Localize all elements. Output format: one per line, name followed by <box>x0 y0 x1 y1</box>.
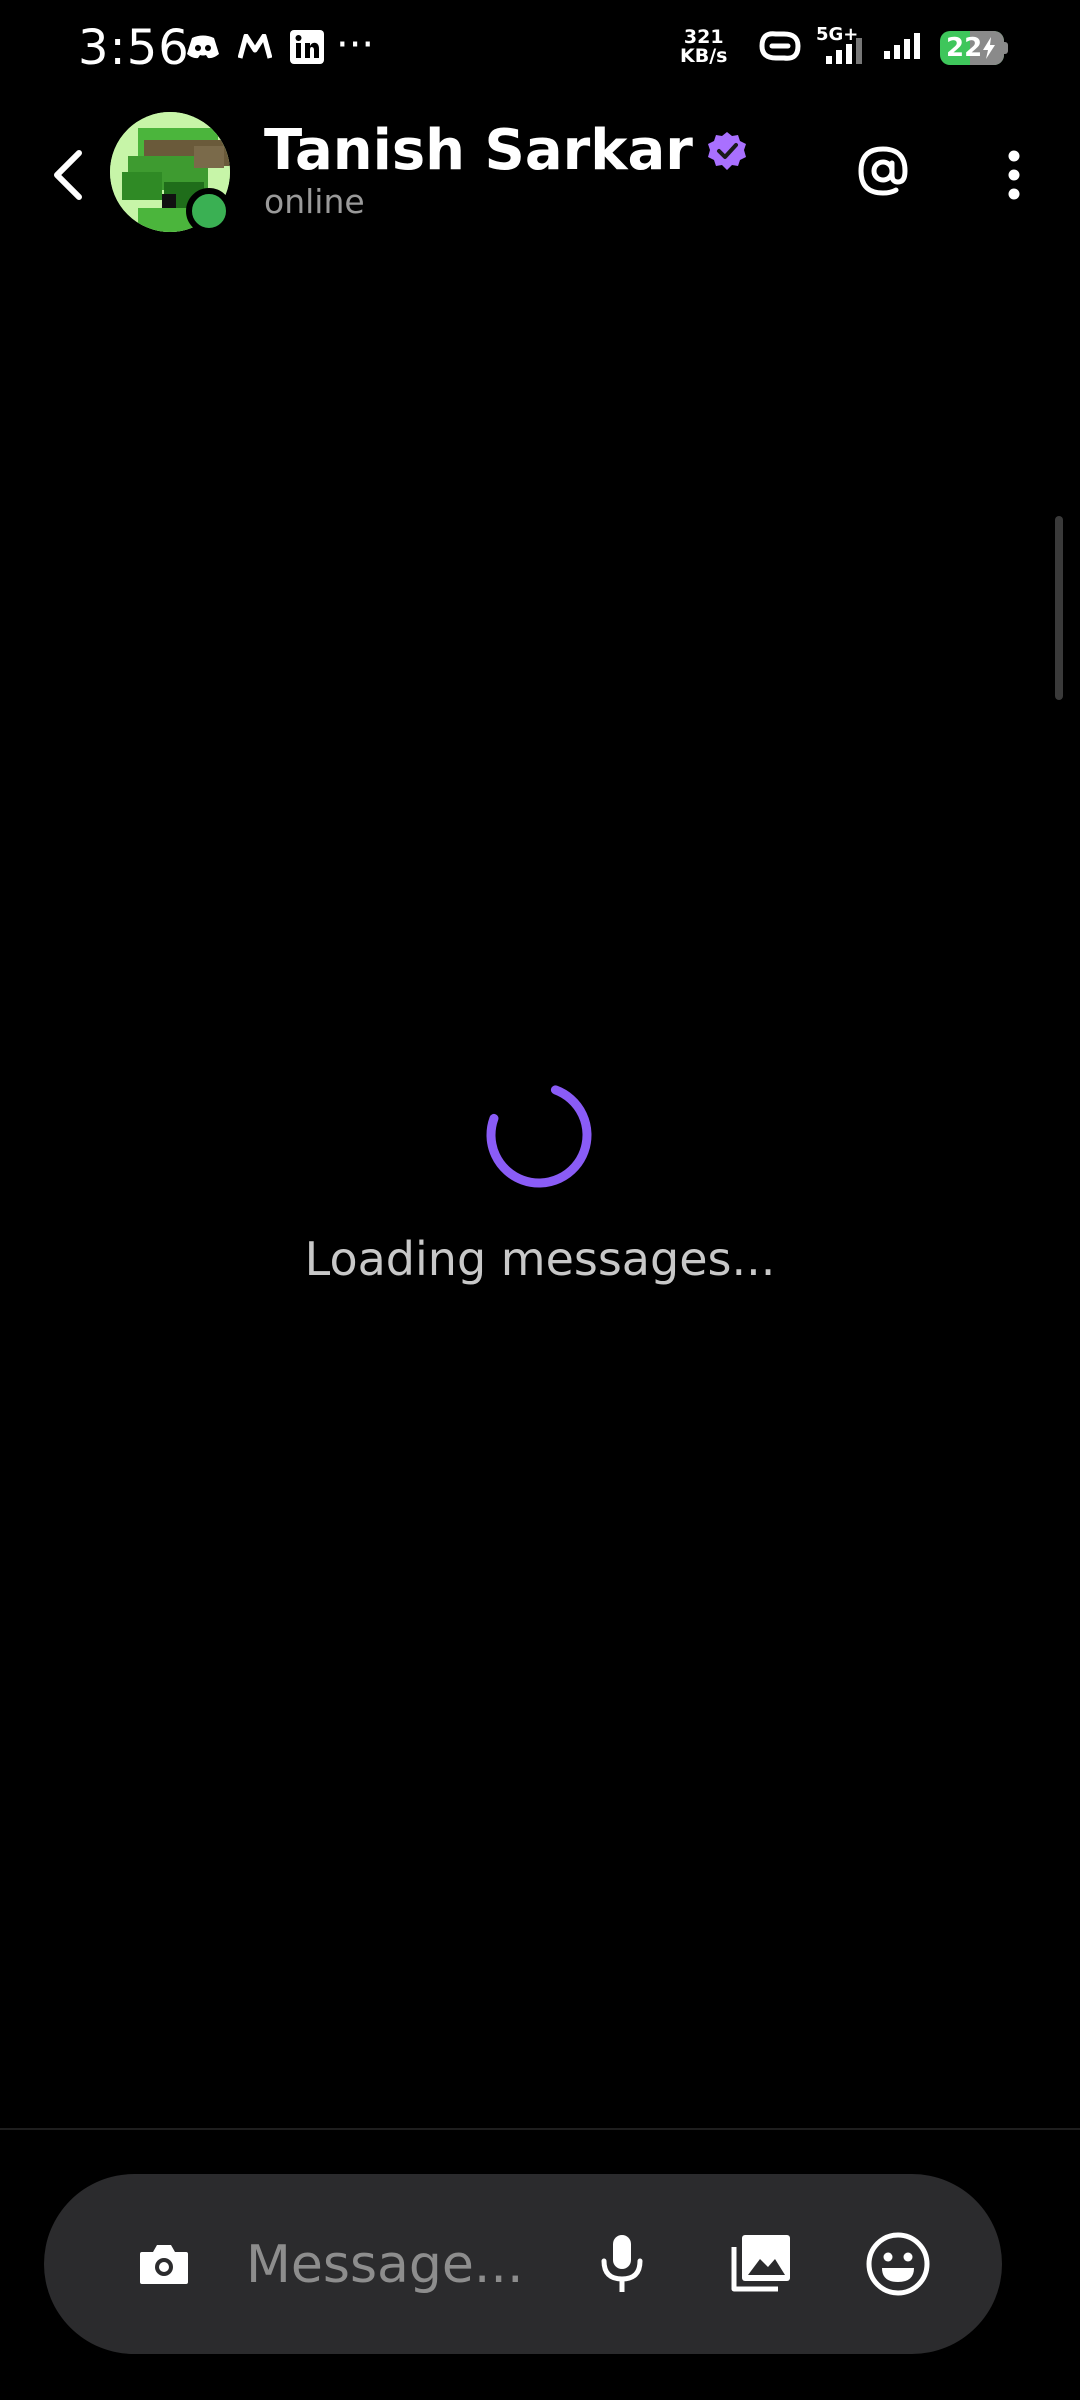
camera-button[interactable] <box>128 2228 200 2300</box>
message-input[interactable] <box>244 2214 618 2316</box>
loading-spinner-icon <box>486 1082 592 1188</box>
contact-status: online <box>264 182 365 221</box>
gallery-button[interactable] <box>724 2226 798 2300</box>
charging-icon <box>983 37 996 59</box>
voice-message-button[interactable] <box>592 2224 652 2304</box>
system-icons: 5G+ 22 <box>756 24 1008 70</box>
scrollbar[interactable] <box>1055 516 1063 700</box>
verified-badge-icon <box>707 131 746 170</box>
status-time: 3:56 <box>78 20 190 76</box>
emoji-icon <box>866 2232 930 2296</box>
signal-5g-icon: 5G+ <box>816 24 872 68</box>
online-status-dot <box>186 188 232 234</box>
signal-strength-icon <box>884 31 928 65</box>
image-gallery-icon <box>731 2235 790 2292</box>
linkedin-icon <box>290 30 324 68</box>
at-sign-icon <box>858 146 908 196</box>
more-options-button[interactable] <box>996 140 1032 210</box>
discord-icon <box>186 34 220 64</box>
battery-icon: 22 <box>940 31 1004 65</box>
back-button[interactable] <box>42 140 92 210</box>
medium-icon <box>237 33 273 64</box>
contact-name: Tanish Sarkar <box>264 118 693 183</box>
loading-messages-text: Loading messages... <box>304 1232 776 1286</box>
more-notifications-icon: ··· <box>336 22 375 68</box>
chevron-left-icon <box>54 150 82 200</box>
chat-header: Tanish Sarkar online <box>0 100 1080 260</box>
battery-indicator: 22 <box>940 31 1008 65</box>
emoji-button[interactable] <box>858 2224 938 2304</box>
more-vertical-icon <box>1008 150 1020 200</box>
notification-icons <box>186 30 324 68</box>
network-speed-unit: KB/s <box>680 45 728 67</box>
hotspot-link-icon <box>756 26 804 70</box>
network-speed: 321 KB/s <box>680 28 727 66</box>
battery-level: 22 <box>946 33 983 63</box>
composer-divider <box>0 2128 1080 2130</box>
camera-icon <box>140 2245 188 2284</box>
mentions-button[interactable] <box>852 140 914 202</box>
message-composer <box>44 2174 1002 2354</box>
contact-title[interactable]: Tanish Sarkar <box>264 118 747 183</box>
status-bar: 3:56 ··· 321 KB/s 5G+ 22 <box>0 0 1080 100</box>
microphone-icon <box>601 2235 643 2292</box>
